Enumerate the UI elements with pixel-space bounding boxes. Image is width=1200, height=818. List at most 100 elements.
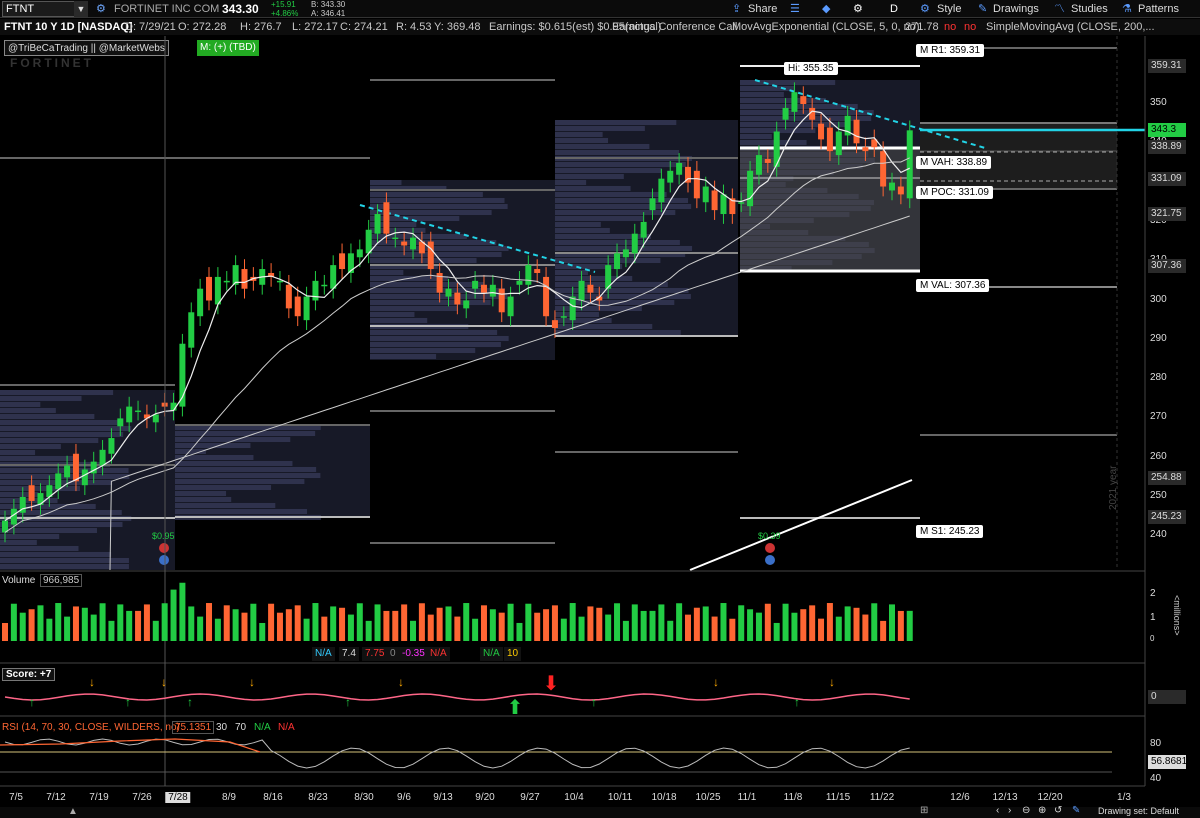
val-label: M VAL: 307.36 bbox=[916, 279, 990, 292]
candle-body bbox=[560, 316, 567, 318]
drawings-button[interactable]: Drawings bbox=[993, 0, 1039, 18]
volume-bar bbox=[152, 620, 159, 641]
scroll-right-icon[interactable]: › bbox=[1008, 805, 1011, 816]
candle-body bbox=[347, 253, 354, 273]
volume-profile-bar bbox=[740, 236, 846, 241]
vah-label: M VAH: 338.89 bbox=[916, 156, 992, 169]
date-tick: 11/8 bbox=[783, 792, 803, 803]
drawing-set[interactable]: Drawing set: Default bbox=[1098, 806, 1179, 816]
volume-profile-bar bbox=[740, 152, 869, 157]
volume-profile-bar bbox=[370, 342, 501, 347]
score-zero: 0 bbox=[1148, 690, 1186, 704]
trendline bbox=[754, 79, 986, 149]
settings-icon[interactable]: ⚙ bbox=[853, 0, 863, 18]
volume-profile-bar bbox=[370, 186, 447, 191]
volume-label: Volume bbox=[2, 575, 36, 586]
fit-icon[interactable]: ↺ bbox=[1054, 805, 1062, 816]
last-price: 343.30 bbox=[222, 2, 259, 16]
price-chart[interactable]: ↓ ↓ ↓ ↓ ↓ ↓ ↑ ↑ ↑ ↑ ↑ ↑ ⬇ ⬆ bbox=[0, 0, 1200, 818]
buy-arrow-icon: ↑ bbox=[187, 695, 193, 709]
big-sell-arrow-icon: ⬇ bbox=[543, 673, 560, 695]
chevron-down-icon[interactable]: ▼ bbox=[74, 1, 88, 17]
volume-profile-bar bbox=[740, 176, 794, 181]
volume-overlay-value: N/A bbox=[312, 647, 335, 661]
volume-overlay-value: 10 bbox=[504, 647, 522, 661]
volume-profile-bar bbox=[370, 336, 509, 341]
patterns-icon[interactable]: ⚗ bbox=[1122, 0, 1132, 18]
date-tick: 8/16 bbox=[263, 792, 283, 803]
bottom-bar bbox=[0, 807, 1200, 818]
volume-overlay-value: 7.75 bbox=[362, 647, 388, 661]
candle-body bbox=[693, 170, 700, 199]
candle-body bbox=[179, 343, 186, 407]
studies-icon[interactable]: 〽 bbox=[1054, 0, 1065, 18]
share-icon[interactable]: ⇪ bbox=[732, 0, 741, 18]
volume-bar bbox=[472, 618, 479, 641]
volume-bar bbox=[46, 618, 53, 641]
style-button[interactable]: Style bbox=[937, 0, 961, 18]
volume-bar bbox=[197, 616, 204, 641]
sell-arrow-icon: ↓ bbox=[829, 675, 835, 689]
volume-profile-bar bbox=[370, 306, 458, 311]
volume-profile-bar bbox=[175, 443, 251, 448]
candle-body bbox=[312, 280, 319, 301]
date-tick: 7/19 bbox=[89, 792, 109, 803]
volume-bar bbox=[596, 607, 603, 641]
collapse-icon[interactable]: ▲ bbox=[68, 806, 78, 817]
volume-profile-bar bbox=[740, 104, 858, 109]
candle-body bbox=[729, 198, 736, 215]
volume-bar bbox=[72, 606, 79, 641]
zoom-out-icon[interactable]: ⊖ bbox=[1022, 805, 1030, 816]
price-tick: 290 bbox=[1150, 332, 1167, 344]
volume-profile-bar bbox=[370, 222, 417, 227]
gear-icon[interactable]: ⚙ bbox=[96, 0, 106, 18]
candle-body bbox=[90, 461, 97, 474]
price-tick: 280 bbox=[1150, 372, 1167, 384]
volume-profile-bar bbox=[0, 462, 111, 467]
patterns-button[interactable]: Patterns bbox=[1138, 0, 1179, 18]
volume-profile-bar bbox=[0, 456, 77, 461]
candle-body bbox=[108, 438, 115, 454]
study-ema: MovAvgExponential (CLOSE, 5, 0, no) bbox=[732, 21, 920, 33]
style-icon[interactable]: ⚙ bbox=[920, 0, 930, 18]
volume-profile-bar bbox=[0, 510, 122, 515]
rsi-line bbox=[4, 738, 910, 769]
pencil-icon[interactable]: ✎ bbox=[1072, 805, 1080, 816]
expand-icon[interactable]: ⊞ bbox=[920, 805, 928, 816]
sell-arrow-icon: ↓ bbox=[161, 675, 167, 689]
aggregation-button[interactable]: D bbox=[890, 0, 898, 18]
candle-body bbox=[516, 280, 523, 285]
alert-icon[interactable]: ◆ bbox=[822, 0, 830, 18]
volume-profile-bar bbox=[740, 134, 772, 139]
date-tick: 10/11 bbox=[607, 792, 633, 803]
share-button[interactable]: Share bbox=[748, 0, 777, 18]
volume-profile-bar bbox=[175, 473, 321, 478]
info-range: R: 4.53 bbox=[396, 21, 432, 33]
study-ema-value: 271.78 bbox=[905, 21, 939, 33]
drawings-icon[interactable]: ✎ bbox=[978, 0, 987, 18]
volume-profile-bar bbox=[740, 170, 834, 175]
candle-body bbox=[10, 508, 17, 525]
studies-button[interactable]: Studies bbox=[1071, 0, 1108, 18]
candle-body bbox=[720, 194, 727, 215]
date-tick: 9/27 bbox=[520, 792, 540, 803]
zoom-in-icon[interactable]: ⊕ bbox=[1038, 805, 1046, 816]
chart-title: FTNT 10 Y 1D [NASDAQ] bbox=[4, 21, 133, 33]
rsi-last: 56.8681 bbox=[1148, 755, 1187, 769]
volume-bar bbox=[285, 609, 292, 641]
volume-profile-bar bbox=[555, 276, 633, 281]
price-label: 245.23 bbox=[1148, 510, 1186, 524]
candle-body bbox=[684, 166, 691, 183]
volume-profile-bar bbox=[0, 474, 130, 479]
volume-bar bbox=[525, 603, 532, 641]
list-icon[interactable]: ☰ bbox=[790, 0, 800, 18]
candle-body bbox=[250, 276, 257, 281]
scroll-left-icon[interactable]: ‹ bbox=[996, 805, 999, 816]
volume-bar bbox=[880, 620, 887, 641]
candle-body bbox=[276, 280, 283, 283]
volume-bar bbox=[862, 614, 869, 641]
study-flag-2: no bbox=[964, 21, 977, 33]
volume-bar bbox=[835, 616, 842, 641]
price-tick: 270 bbox=[1150, 411, 1167, 423]
volume-profile-bar bbox=[0, 558, 129, 563]
